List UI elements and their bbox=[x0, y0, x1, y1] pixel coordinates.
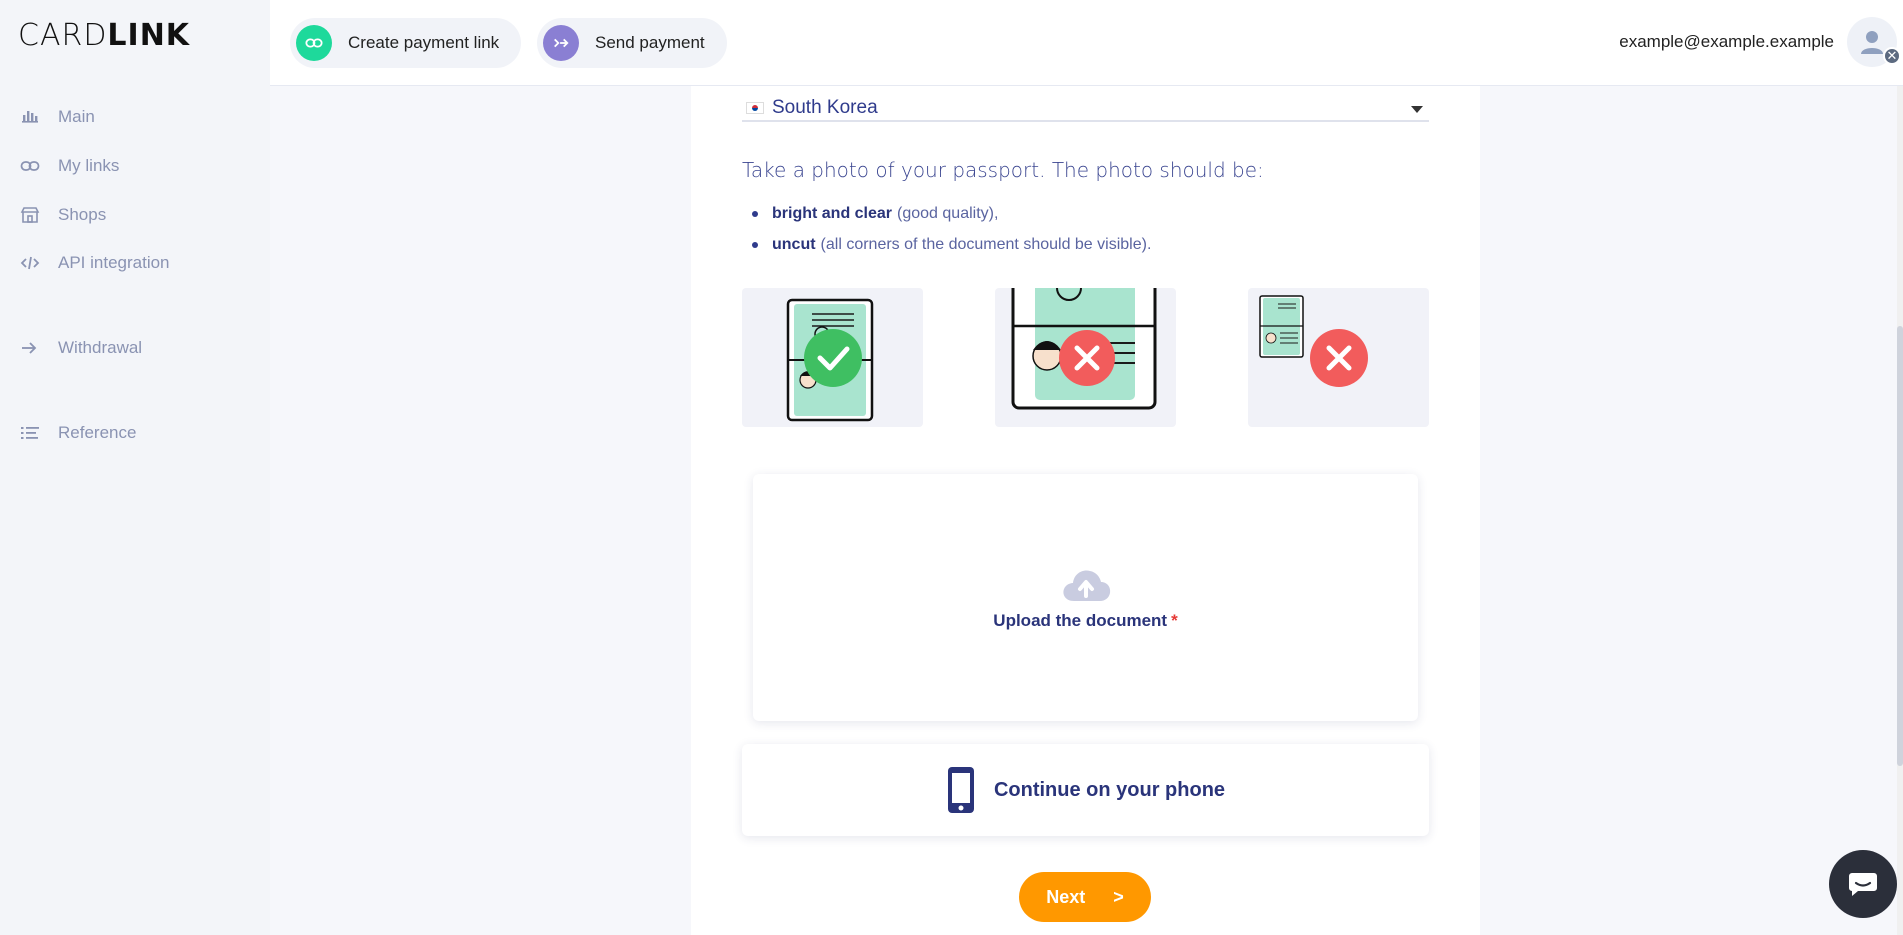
upload-document-dropzone[interactable]: Upload the document * bbox=[753, 474, 1418, 721]
sidebar-item-label: Reference bbox=[58, 423, 137, 442]
sidebar-item-label: Main bbox=[58, 107, 95, 126]
double-arrow-icon bbox=[22, 342, 37, 354]
bullet-dot bbox=[752, 241, 758, 248]
sidebar-item-label: Withdrawal bbox=[58, 338, 143, 357]
page-scrollbar[interactable] bbox=[1897, 86, 1903, 935]
sidebar-item-api-integration[interactable]: API integration bbox=[20, 248, 170, 278]
photo-rules-list: bright and clear (good quality), uncut (… bbox=[742, 198, 1151, 260]
sidebar-item-my-links[interactable]: My links bbox=[20, 151, 119, 181]
list-icon bbox=[21, 427, 39, 439]
sidebar-item-shops[interactable]: Shops bbox=[20, 200, 106, 230]
code-icon bbox=[20, 256, 40, 270]
sidebar-item-withdrawal[interactable]: Withdrawal bbox=[20, 333, 142, 363]
store-icon bbox=[20, 207, 40, 223]
sidebar-item-main[interactable]: Main bbox=[20, 102, 95, 132]
close-icon[interactable]: ✕ bbox=[1883, 47, 1901, 65]
chevron-down-icon bbox=[1411, 106, 1423, 113]
next-button[interactable]: Next > bbox=[1019, 872, 1151, 922]
example-correct-photo bbox=[742, 288, 923, 427]
cloud-upload-icon bbox=[1062, 570, 1110, 601]
sidebar-item-reference[interactable]: Reference bbox=[20, 418, 136, 448]
country-value: South Korea bbox=[772, 97, 878, 118]
chevron-right-icon: > bbox=[1113, 886, 1124, 907]
list-item: bright and clear (good quality), bbox=[742, 198, 1151, 229]
top-header: Create payment link Send payment example… bbox=[270, 0, 1903, 86]
sidebar-item-label: API integration bbox=[58, 253, 170, 272]
avatar[interactable]: ✕ bbox=[1847, 17, 1901, 67]
passport-too-small-illustration bbox=[1259, 295, 1368, 387]
smartphone-icon bbox=[947, 767, 974, 813]
chat-support-button[interactable] bbox=[1829, 850, 1897, 918]
bar-chart-icon bbox=[22, 111, 38, 123]
scrollbar-thumb[interactable] bbox=[1897, 326, 1903, 766]
photo-instruction: Take a photo of your passport. The photo… bbox=[742, 158, 1264, 182]
link-icon bbox=[296, 25, 332, 61]
south-korea-flag-icon bbox=[746, 102, 764, 114]
sidebar-item-label: Shops bbox=[58, 205, 107, 224]
sidebar: CARDLINK Main My links Shops API integra… bbox=[0, 0, 270, 935]
link-icon bbox=[20, 161, 40, 171]
create-payment-link-button[interactable]: Create payment link bbox=[290, 18, 522, 68]
send-payment-button[interactable]: Send payment bbox=[537, 18, 727, 68]
user-email: example@example.example bbox=[1619, 32, 1834, 51]
send-arrow-icon bbox=[543, 25, 579, 61]
continue-on-phone-button[interactable]: Continue on your phone bbox=[742, 744, 1429, 836]
required-marker: * bbox=[1171, 610, 1178, 630]
passport-correct-illustration bbox=[786, 298, 874, 422]
user-icon bbox=[1861, 31, 1883, 54]
sidebar-item-label: My links bbox=[58, 156, 120, 175]
cardlink-logo[interactable]: CARDLINK bbox=[18, 18, 190, 53]
passport-too-close-illustration bbox=[1011, 288, 1157, 410]
example-too-small-photo bbox=[1248, 288, 1429, 427]
chat-icon bbox=[1849, 873, 1877, 896]
bullet-dot bbox=[752, 210, 758, 217]
list-item: uncut (all corners of the document shoul… bbox=[742, 229, 1151, 260]
example-too-close-photo bbox=[995, 288, 1176, 427]
upload-label: Upload the document * bbox=[993, 610, 1178, 630]
country-select[interactable]: South Korea bbox=[742, 96, 1429, 122]
verification-card: South Korea Take a photo of your passpor… bbox=[691, 86, 1480, 935]
